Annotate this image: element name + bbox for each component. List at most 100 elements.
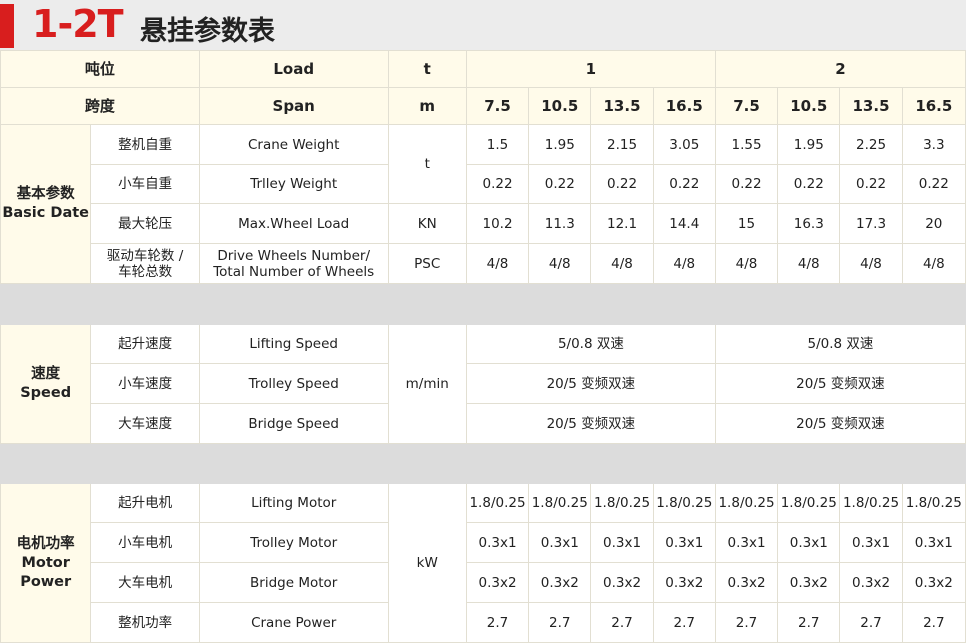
value-cell: 5/0.8 双速 (714, 324, 966, 364)
value-cell: 1.55 (714, 124, 779, 165)
value-cell: 0.22 (714, 164, 779, 204)
value-cell: 0.22 (777, 164, 841, 204)
group-label-motor-en2: Power (20, 573, 72, 590)
header-row-span: 跨度 Span m 7.5 10.5 13.5 16.5 7.5 10.5 13… (0, 87, 966, 125)
value-cell: 20/5 变频双速 (714, 403, 966, 444)
row-label-en: Crane Weight (198, 124, 389, 165)
title-accent-bar (0, 4, 14, 48)
page-title-capacity: 1-2T (32, 2, 124, 46)
span-value: 7.5 (714, 87, 779, 125)
value-cell: 2.7 (465, 602, 530, 643)
table-row: 小车速度 Trolley Speed 20/5 变频双速 20/5 变频双速 (1, 363, 966, 404)
value-cell: 1.8/0.25 (465, 483, 530, 523)
span-value: 7.5 (465, 87, 530, 125)
value-cell: 2.7 (777, 602, 841, 643)
value-cell: 4/8 (528, 243, 592, 284)
group-label-speed-en: Speed (20, 385, 72, 401)
value-cell: 10.2 (465, 203, 530, 244)
value-cell: 0.3x2 (465, 562, 530, 603)
value-cell: 0.3x1 (528, 522, 592, 563)
row-label-cn: 大车电机 (90, 562, 200, 603)
span-value: 13.5 (590, 87, 654, 125)
span-value: 10.5 (528, 87, 592, 125)
value-cell: 20/5 变频双速 (465, 403, 716, 444)
row-label-cn-line1: 驱动车轮数 / (106, 247, 184, 264)
value-cell: 0.3x2 (652, 562, 716, 603)
value-cell: 1.8/0.25 (528, 483, 592, 523)
table-row: 整机功率 Crane Power 2.7 2.7 2.7 2.7 2.7 2.7… (1, 602, 966, 643)
group-label-motor: 电机功率 Motor Power (0, 483, 92, 643)
row-label-en: Drive Wheels Number/ Total Number of Whe… (198, 243, 389, 284)
value-cell: 0.3x1 (901, 522, 966, 563)
value-cell: 1.8/0.25 (777, 483, 841, 523)
value-cell: 4/8 (652, 243, 716, 284)
group-label-basic-en: Basic Date (2, 205, 90, 221)
header-load-cn: 吨位 (0, 50, 200, 88)
value-cell: 3.3 (901, 124, 966, 165)
value-cell: 1.5 (465, 124, 530, 165)
value-cell: 0.3x2 (714, 562, 779, 603)
value-cell: 1.95 (777, 124, 841, 165)
row-label-cn: 驱动车轮数 / 车轮总数 (90, 243, 200, 284)
row-label-en: Lifting Speed (198, 324, 389, 364)
title-bar: 1-2T 悬挂参数表 (0, 0, 966, 50)
row-label-cn: 整机自重 (90, 124, 200, 165)
value-cell: 0.3x2 (839, 562, 903, 603)
header-row-load: 吨位 Load t 1 2 (0, 50, 966, 88)
row-label-en: Crane Power (198, 602, 389, 643)
value-cell: 1.8/0.25 (590, 483, 654, 523)
row-label-en: Trolley Motor (198, 522, 389, 563)
table-row: 速度 Speed 起升速度 Lifting Speed m/min 5/0.8 … (0, 324, 966, 444)
table-row: 大车速度 Bridge Speed 20/5 变频双速 20/5 变频双速 (1, 403, 966, 444)
separator-band (0, 283, 966, 325)
value-cell: 0.3x2 (528, 562, 592, 603)
group-label-basic-cn: 基本参数 (16, 186, 75, 202)
value-cell: 1.8/0.25 (714, 483, 779, 523)
value-cell: 0.3x2 (901, 562, 966, 603)
value-cell: 0.3x1 (465, 522, 530, 563)
value-cell: 1.8/0.25 (839, 483, 903, 523)
value-cell: 0.22 (590, 164, 654, 204)
value-cell: 0.3x1 (714, 522, 779, 563)
value-cell: 0.22 (465, 164, 530, 204)
value-cell: 4/8 (901, 243, 966, 284)
value-cell: 20/5 变频双速 (714, 363, 966, 404)
row-label-en: Bridge Motor (198, 562, 389, 603)
header-capacity-1: 1 (465, 50, 716, 88)
value-cell: 11.3 (528, 203, 592, 244)
value-cell: 4/8 (777, 243, 841, 284)
value-cell: 4/8 (839, 243, 903, 284)
value-cell: 0.3x2 (777, 562, 841, 603)
header-load-unit: t (387, 50, 467, 88)
section-separator (0, 443, 966, 484)
value-cell: 16.3 (777, 203, 841, 244)
table-row: 小车自重 Trlley Weight 0.22 0.22 0.22 0.22 0… (1, 164, 966, 204)
row-label-en: Bridge Speed (198, 403, 389, 444)
group-label-motor-en1: Motor (21, 554, 70, 571)
header-capacity-2: 2 (714, 50, 966, 88)
value-cell: 3.05 (652, 124, 716, 165)
row-label-cn: 整机功率 (90, 602, 200, 643)
header-load-en: Load (198, 50, 389, 88)
group-label-speed: 速度 Speed (0, 324, 92, 444)
table-row: 大车电机 Bridge Motor 0.3x2 0.3x2 0.3x2 0.3x… (1, 562, 966, 603)
row-label-en: Lifting Motor (198, 483, 389, 523)
value-cell: 1.8/0.25 (901, 483, 966, 523)
value-cell: 12.1 (590, 203, 654, 244)
span-value: 16.5 (652, 87, 716, 125)
value-cell: 2.7 (839, 602, 903, 643)
value-cell: 2.15 (590, 124, 654, 165)
value-cell: 5/0.8 双速 (465, 324, 716, 364)
row-label-en: Max.Wheel Load (198, 203, 389, 244)
unit-cell: t (387, 124, 467, 204)
value-cell: 4/8 (465, 243, 530, 284)
header-span-unit: m (387, 87, 467, 125)
group-label-motor-cn: 电机功率 (16, 535, 75, 552)
separator-band (0, 443, 966, 484)
table-row: 驱动车轮数 / 车轮总数 Drive Wheels Number/ Total … (1, 243, 966, 284)
value-cell: 4/8 (714, 243, 779, 284)
row-label-cn: 起升速度 (90, 324, 200, 364)
unit-cell: kW (387, 483, 467, 643)
value-cell: 0.22 (901, 164, 966, 204)
value-cell: 17.3 (839, 203, 903, 244)
